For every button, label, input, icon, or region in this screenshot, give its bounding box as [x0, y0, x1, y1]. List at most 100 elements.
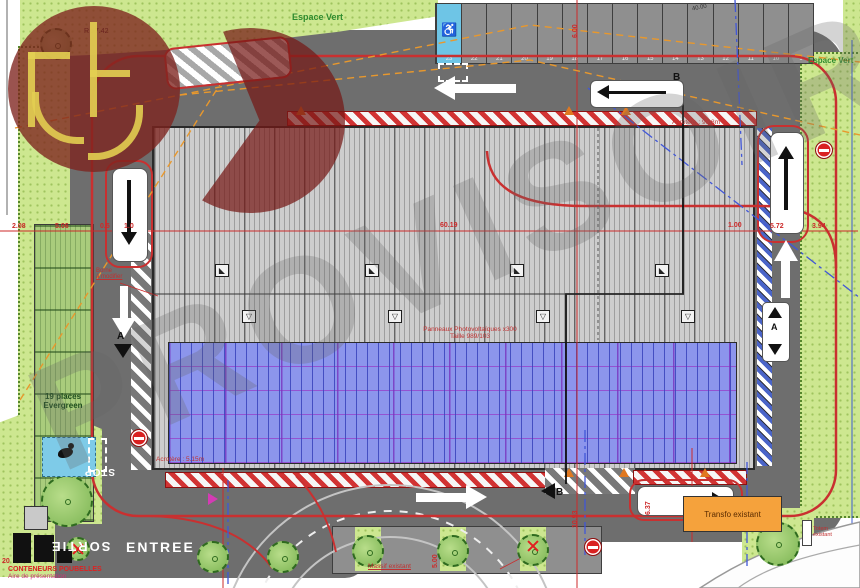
- totem-sign: [802, 520, 812, 546]
- dim-d2: 5.06: [55, 223, 69, 230]
- section-b-top-label: B: [673, 72, 680, 83]
- parking-stall: 14: [662, 4, 687, 63]
- sortie-right-road-label: SORTIE: [600, 541, 660, 556]
- espace-vert-top-label: Espace Vert: [292, 12, 343, 22]
- stall-number: 20: [512, 56, 536, 62]
- dim-d1: 2.08: [12, 223, 26, 230]
- bollard-icon: [564, 106, 574, 115]
- tree-removal-mark: [527, 540, 539, 552]
- stall-number: 18: [563, 56, 587, 62]
- borne-note: Borne à modifier: [96, 268, 122, 280]
- road-arrow-top-shaft: [454, 84, 516, 93]
- tree-icon: [437, 535, 469, 567]
- dim-d4: 1.0: [124, 223, 134, 230]
- stall-number: 10: [764, 56, 788, 62]
- tree-icon: [41, 475, 93, 527]
- stop-road-label: STOP: [84, 466, 115, 477]
- dim-d7: 3.94: [812, 223, 826, 230]
- waste-container: [13, 533, 31, 563]
- sortie-left-road-label: SORTIE: [50, 539, 110, 554]
- roof-vent: ◣: [510, 264, 524, 277]
- green-right: [800, 52, 860, 518]
- entree-road-label: ENTREE: [126, 539, 195, 555]
- wheelchair-icon: ♿: [437, 22, 461, 38]
- stall-number: 15: [638, 56, 662, 62]
- lane-right-shaft: [784, 158, 788, 210]
- parking-stall: 20: [511, 4, 536, 63]
- conteneurs-line2: Aire de présentation: [8, 573, 102, 580]
- lane-b-top-shaft: [608, 91, 666, 94]
- bollard-icon: [619, 468, 629, 477]
- borne-line2: à modifier: [96, 274, 122, 280]
- stall-number: 16: [613, 56, 637, 62]
- roof-vent: ▽: [536, 310, 550, 323]
- roof-vent: ▽: [681, 310, 695, 323]
- acrotere-bottom-label: Acrotère : 5.15m: [156, 456, 204, 463]
- down-arrow-icon: [114, 344, 132, 358]
- bollard-icon: [564, 468, 574, 477]
- dim-v-top: 6.00: [572, 24, 579, 38]
- left-arrow-icon: [541, 483, 555, 499]
- roof-vent: ▽: [242, 310, 256, 323]
- section-a-right-label: A: [771, 322, 778, 332]
- evergreen-label-line2: Evergreen: [34, 401, 92, 410]
- dim-lane-width: 6.37: [645, 501, 652, 515]
- no-entry-sign-icon: [130, 429, 148, 447]
- stall-number: 11: [739, 56, 763, 62]
- no-entry-sign-icon: [815, 141, 833, 159]
- dim-d5: 1.00: [728, 222, 742, 229]
- evergreen-label: 19 places Evergreen: [34, 392, 92, 410]
- stall-number: 12: [714, 56, 738, 62]
- site-plan: 23♿222120191817161514131211109 40.00 19 …: [0, 0, 860, 588]
- parking-stall: 22: [461, 4, 486, 63]
- panneaux-label: Panneaux Photovoltaïques x300 Taille 989…: [380, 326, 560, 340]
- dim-d6: 5.72: [770, 223, 784, 230]
- logo-glyph: [28, 52, 35, 127]
- stall-number: 14: [663, 56, 687, 62]
- roof-vent: ◣: [365, 264, 379, 277]
- parking-stall: 19: [537, 4, 562, 63]
- up-arrow-icon: [774, 240, 798, 261]
- parking-stall: 9: [788, 4, 813, 63]
- parking-stall: 13: [687, 4, 712, 63]
- stall-number: 22: [462, 56, 486, 62]
- totem-label: Totem existant: [813, 526, 847, 538]
- transfo-label: Transfo existant: [704, 510, 761, 519]
- duck-icon: [68, 443, 74, 449]
- panneaux-line2: Taille 989/103: [380, 333, 560, 340]
- transfo-box: Transfo existant: [683, 496, 782, 532]
- left-arrow-icon: [597, 85, 609, 99]
- logo-glyph: [90, 70, 130, 77]
- stall-number: 23: [437, 56, 461, 62]
- parking-stall: 16: [612, 4, 637, 63]
- roof-vent: ◣: [655, 264, 669, 277]
- dim-d3: 0.5: [100, 223, 110, 230]
- roof-vent: ◣: [215, 264, 229, 277]
- right-arrow-icon: [466, 485, 487, 509]
- direction-mark: [208, 493, 218, 505]
- espace-vert-right-label: Espace Vert: [808, 56, 853, 65]
- parking-stall: 21: [486, 4, 511, 63]
- barrier-strip-bottom: [165, 472, 547, 488]
- dim-main-width: 60.19: [440, 222, 458, 229]
- storage-box: [24, 506, 48, 530]
- road-arrow-bottom-shaft: [416, 493, 466, 502]
- road-arrow-left-shaft: [120, 286, 128, 320]
- section-b-bottom-label: B: [556, 487, 563, 498]
- parking-stall: 15: [637, 4, 662, 63]
- left-arrow-icon: [434, 76, 455, 100]
- evergreen-label-line1: 19 places: [34, 392, 92, 401]
- dim-v-bottom: 10.93: [572, 510, 579, 528]
- stall-number: 19: [538, 56, 562, 62]
- conteneurs-line1: CONTENEURS POUBELLES: [8, 566, 102, 573]
- parking-stall: 10: [763, 4, 788, 63]
- top-parking-stalls: 23♿222120191817161514131211109: [435, 3, 814, 64]
- solar-panels: [168, 342, 737, 464]
- parking-stall-handicap: 23 ♿: [436, 4, 461, 63]
- massif-label: Massif existant: [368, 563, 411, 570]
- down-arrow-icon: [121, 232, 137, 245]
- barrier-strip-bottom-right: [633, 470, 747, 485]
- stall-number: 13: [688, 56, 712, 62]
- tree-icon: [267, 541, 299, 573]
- up-arrow-icon: [768, 307, 782, 318]
